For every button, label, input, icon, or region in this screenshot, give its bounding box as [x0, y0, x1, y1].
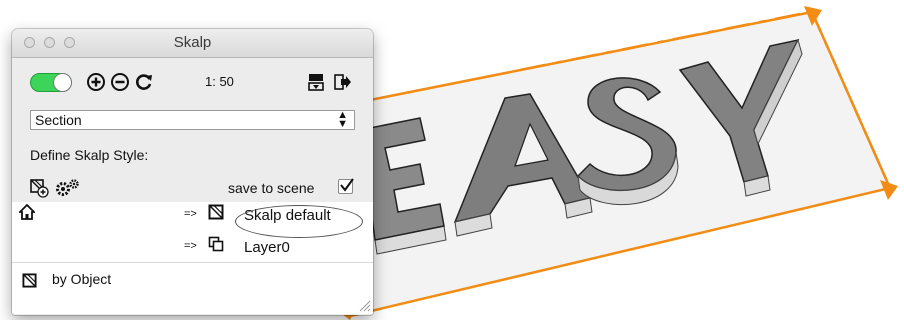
- mapping-arrow: =>: [184, 240, 197, 252]
- skalp-window: Skalp 1: 50 Section ▲ ▼ Define Skalp Sty…: [12, 29, 373, 315]
- mapping-layer-value[interactable]: Layer0: [244, 239, 290, 256]
- save-to-scene-checkbox[interactable]: [338, 178, 354, 194]
- section-style-select[interactable]: Section ▲ ▼: [30, 110, 355, 130]
- by-object-row[interactable]: by Object: [12, 265, 373, 295]
- toolbar: 1: 50: [12, 58, 373, 100]
- mapping-group[interactable]: => Skalp default => Layer0: [12, 202, 373, 260]
- add-icon[interactable]: [86, 72, 106, 92]
- layers-icon: [208, 236, 224, 252]
- skalp-toggle-switch[interactable]: [30, 73, 72, 92]
- mapping-arrow: =>: [184, 208, 197, 220]
- toggle-knob: [53, 73, 72, 92]
- section-plane[interactable]: [348, 10, 892, 318]
- save-to-scene-label: save to scene: [228, 180, 315, 196]
- list-divider: [12, 262, 373, 263]
- home-icon[interactable]: [19, 204, 35, 220]
- scale-label: 1: 50: [205, 74, 234, 89]
- highlight-ellipse: [235, 205, 363, 238]
- style-mapping-list: => Skalp default => Layer0 by Object: [12, 202, 373, 314]
- section-style-select-value: Section: [35, 112, 82, 128]
- resize-grip-icon[interactable]: [357, 298, 371, 312]
- export-icon[interactable]: [332, 72, 352, 92]
- gear-icon[interactable]: [54, 178, 80, 198]
- refresh-icon[interactable]: [134, 72, 154, 92]
- title-bar[interactable]: Skalp: [12, 29, 373, 58]
- hatch-pattern-icon: [208, 204, 224, 220]
- define-skalp-style-label: Define Skalp Style:: [30, 147, 149, 163]
- remove-icon[interactable]: [110, 72, 130, 92]
- window-title: Skalp: [173, 34, 212, 51]
- chevron-updown-icon: ▲ ▼: [337, 109, 348, 130]
- layer-stack-icon[interactable]: [306, 72, 326, 92]
- style-actions-row: save to scene: [12, 175, 373, 201]
- add-style-icon[interactable]: [29, 178, 49, 198]
- by-object-label: by Object: [52, 271, 112, 287]
- hatch-pattern-icon: [22, 273, 37, 288]
- checkmark-icon: [340, 178, 354, 192]
